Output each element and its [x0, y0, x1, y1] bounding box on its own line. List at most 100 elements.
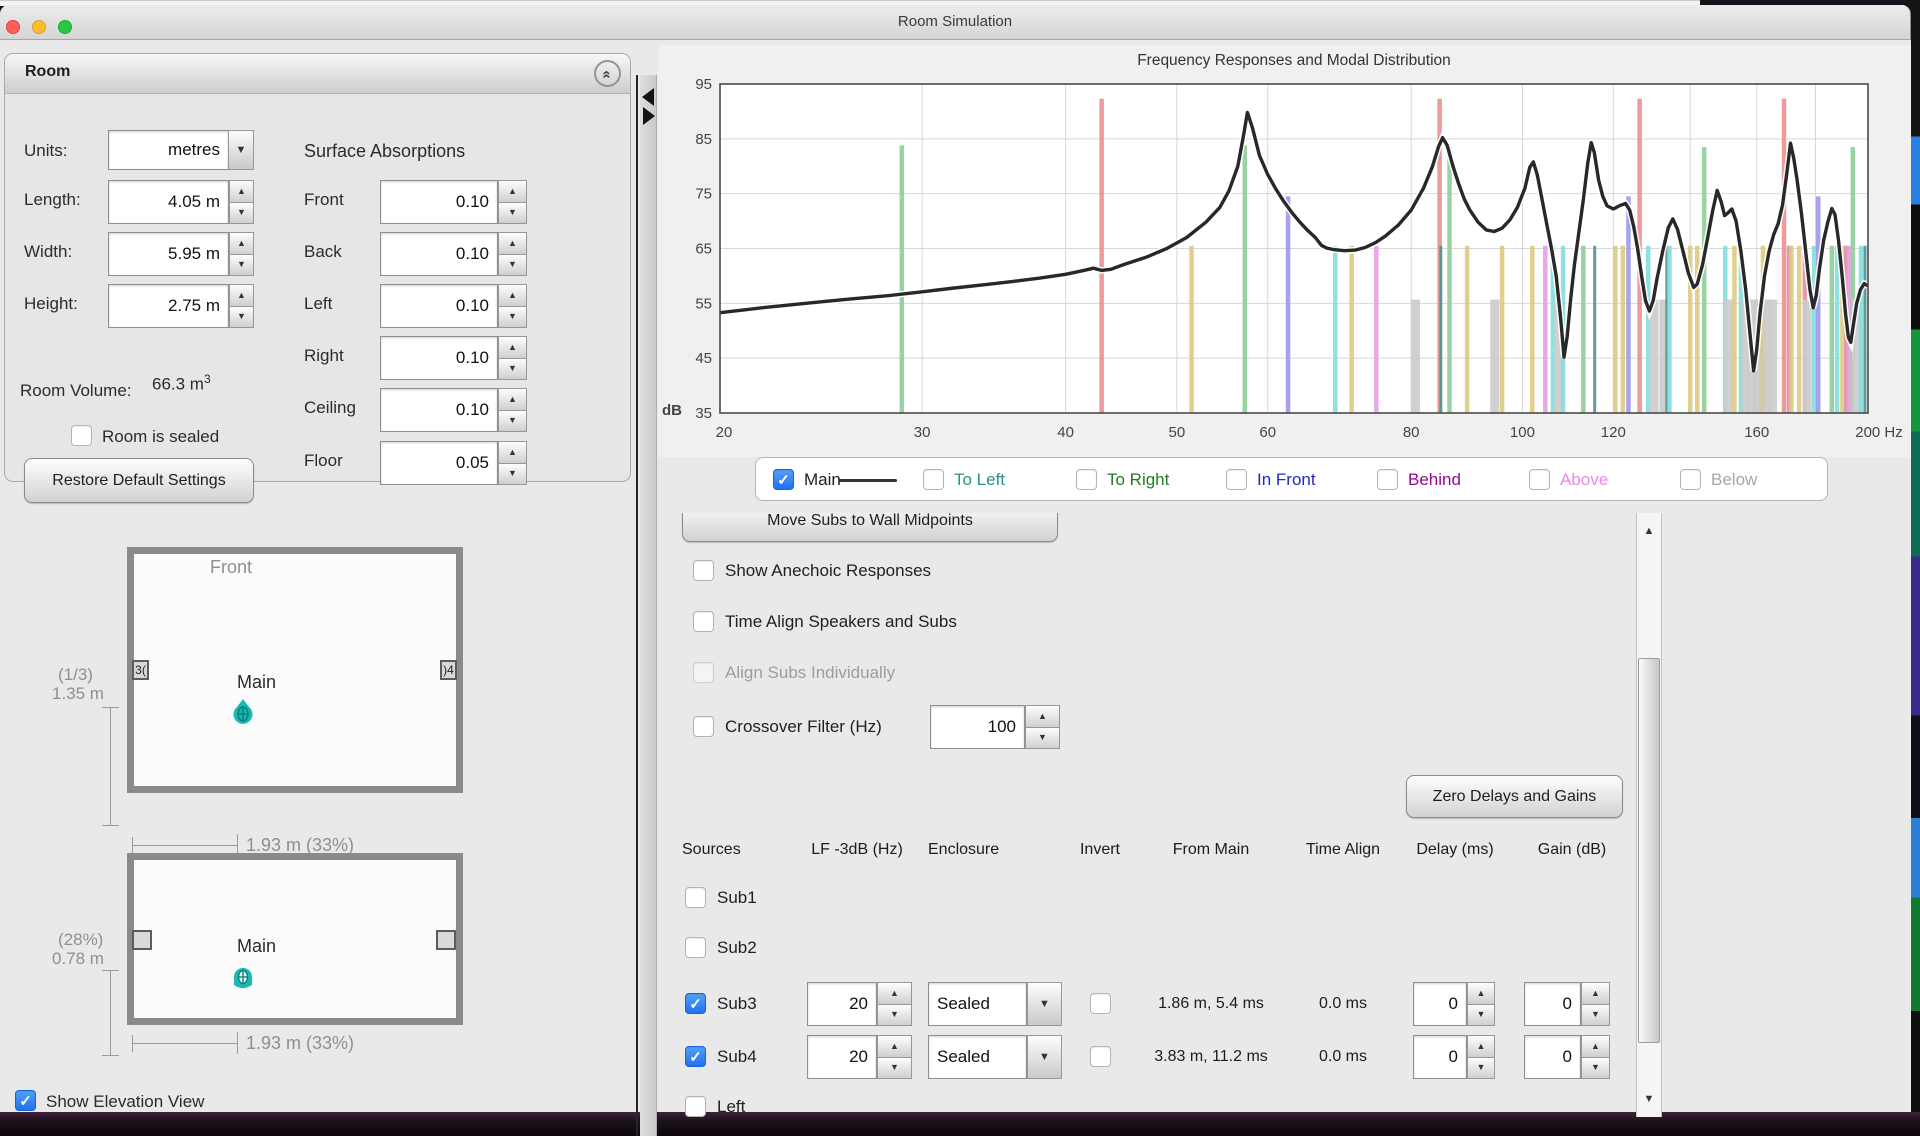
sub3-delay-field-increment-icon[interactable]: ▲ [1467, 982, 1495, 1005]
units-combo[interactable]: metres ▼ [108, 130, 229, 170]
sub3-delay-field[interactable]: 0▲▼ [1413, 982, 1495, 1026]
titlebar[interactable]: Room Simulation [0, 5, 1910, 40]
height-field-increment-icon[interactable]: ▲ [229, 284, 254, 307]
split-divider[interactable] [640, 75, 657, 1136]
absorption-back-field[interactable]: 0.10▲▼ [380, 232, 527, 276]
absorption-left-field-decrement-icon[interactable]: ▼ [498, 307, 527, 329]
absorption-front-field-value[interactable]: 0.10 [380, 180, 498, 224]
units-dropdown-icon[interactable]: ▼ [228, 130, 254, 170]
scrollbar-thumb[interactable] [1638, 658, 1660, 1043]
listener-icon[interactable] [230, 698, 256, 728]
sub4-lf-field-increment-icon[interactable]: ▲ [877, 1035, 912, 1058]
absorption-front-field[interactable]: 0.10▲▼ [380, 180, 527, 224]
sub3-gain-field-spin-buttons[interactable]: ▲▼ [1581, 982, 1610, 1026]
sub3-gain-field-decrement-icon[interactable]: ▼ [1581, 1005, 1610, 1027]
source-checkbox-sub3[interactable]: ✓ [685, 993, 706, 1014]
width-field-decrement-icon[interactable]: ▼ [229, 255, 254, 277]
width-field-increment-icon[interactable]: ▲ [229, 232, 254, 255]
sub4-lf-field-value[interactable]: 20 [807, 1035, 877, 1079]
elev-sub-right-icon[interactable] [436, 930, 456, 950]
height-field-spin-buttons[interactable]: ▲▼ [229, 284, 254, 328]
sub4-enclosure-combo-value[interactable]: Sealed [928, 1035, 1027, 1079]
sub4-enclosure-combo[interactable]: Sealed▼ [928, 1035, 1062, 1079]
legend-checkbox-main[interactable]: ✓ [773, 469, 794, 490]
absorption-back-field-spin-buttons[interactable]: ▲▼ [498, 232, 527, 276]
plan-sub4-icon[interactable]: )4 [440, 660, 457, 680]
length-field-value[interactable]: 4.05 m [108, 180, 229, 224]
sub4-gain-field-increment-icon[interactable]: ▲ [1581, 1035, 1610, 1058]
sub3-gain-field[interactable]: 0▲▼ [1524, 982, 1610, 1026]
move-subs-button[interactable]: Move Subs to Wall Midpoints [682, 513, 1058, 542]
sub4-delay-field[interactable]: 0▲▼ [1413, 1035, 1495, 1079]
sub4-gain-field-decrement-icon[interactable]: ▼ [1581, 1058, 1610, 1080]
sub3-delay-field-value[interactable]: 0 [1413, 982, 1467, 1026]
absorption-floor-field-value[interactable]: 0.05 [380, 441, 498, 485]
sub4-delay-field-value[interactable]: 0 [1413, 1035, 1467, 1079]
vertical-scrollbar[interactable]: ▲ ▼ [1636, 513, 1662, 1117]
absorption-floor-field-spin-buttons[interactable]: ▲▼ [498, 441, 527, 485]
height-field-value[interactable]: 2.75 m [108, 284, 229, 328]
sub4-lf-field-spin-buttons[interactable]: ▲▼ [877, 1035, 912, 1079]
width-field[interactable]: 5.95 m▲▼ [108, 232, 254, 276]
sub3-gain-field-value[interactable]: 0 [1524, 982, 1581, 1026]
length-field[interactable]: 4.05 m▲▼ [108, 180, 254, 224]
absorption-back-field-decrement-icon[interactable]: ▼ [498, 255, 527, 277]
legend-checkbox-to-right[interactable] [1076, 469, 1097, 490]
elev-sub-left-icon[interactable] [132, 930, 152, 950]
sub3-gain-field-increment-icon[interactable]: ▲ [1581, 982, 1610, 1005]
length-field-decrement-icon[interactable]: ▼ [229, 203, 254, 225]
length-field-increment-icon[interactable]: ▲ [229, 180, 254, 203]
absorption-floor-field[interactable]: 0.05▲▼ [380, 441, 527, 485]
listener-head-icon[interactable] [230, 965, 256, 993]
absorption-ceiling-field-decrement-icon[interactable]: ▼ [498, 411, 527, 433]
absorption-left-field[interactable]: 0.10▲▼ [380, 284, 527, 328]
absorption-right-field-increment-icon[interactable]: ▲ [498, 336, 527, 359]
crossover-frequency[interactable]: 100▲▼ [930, 705, 1060, 749]
absorption-right-field[interactable]: 0.10▲▼ [380, 336, 527, 380]
checkbox-align-subs-individually[interactable] [693, 662, 714, 683]
sub4-delay-field-decrement-icon[interactable]: ▼ [1467, 1058, 1495, 1080]
sub4-delay-field-spin-buttons[interactable]: ▲▼ [1467, 1035, 1495, 1079]
absorption-back-field-increment-icon[interactable]: ▲ [498, 232, 527, 255]
source-checkbox-left[interactable] [685, 1096, 706, 1117]
sub4-gain-field-spin-buttons[interactable]: ▲▼ [1581, 1035, 1610, 1079]
sub4-delay-field-increment-icon[interactable]: ▲ [1467, 1035, 1495, 1058]
absorption-back-field-value[interactable]: 0.10 [380, 232, 498, 276]
absorption-right-field-spin-buttons[interactable]: ▲▼ [498, 336, 527, 380]
crossover-frequency-decrement-icon[interactable]: ▼ [1025, 728, 1060, 750]
sub4-enclosure-combo-dropdown-icon[interactable]: ▼ [1027, 1035, 1062, 1079]
legend-checkbox-below[interactable] [1680, 469, 1701, 490]
sub3-lf-field-increment-icon[interactable]: ▲ [877, 982, 912, 1005]
absorption-front-field-increment-icon[interactable]: ▲ [498, 180, 527, 203]
absorption-floor-field-decrement-icon[interactable]: ▼ [498, 464, 527, 486]
width-field-spin-buttons[interactable]: ▲▼ [229, 232, 254, 276]
legend-checkbox-above[interactable] [1529, 469, 1550, 490]
sub3-enclosure-combo-value[interactable]: Sealed [928, 982, 1027, 1026]
show-elevation-checkbox[interactable]: ✓ [15, 1090, 36, 1111]
sub3-delay-field-spin-buttons[interactable]: ▲▼ [1467, 982, 1495, 1026]
absorption-ceiling-field-value[interactable]: 0.10 [380, 388, 498, 432]
legend-checkbox-behind[interactable] [1377, 469, 1398, 490]
width-field-value[interactable]: 5.95 m [108, 232, 229, 276]
source-checkbox-sub4[interactable]: ✓ [685, 1046, 706, 1067]
source-checkbox-sub2[interactable] [685, 937, 706, 958]
absorption-ceiling-field[interactable]: 0.10▲▼ [380, 388, 527, 432]
absorption-left-field-increment-icon[interactable]: ▲ [498, 284, 527, 307]
sub4-lf-field[interactable]: 20▲▼ [807, 1035, 912, 1079]
length-field-spin-buttons[interactable]: ▲▼ [229, 180, 254, 224]
sub3-lf-field[interactable]: 20▲▼ [807, 982, 912, 1026]
units-value[interactable]: metres [108, 130, 229, 170]
absorption-ceiling-field-increment-icon[interactable]: ▲ [498, 388, 527, 411]
legend-checkbox-to-left[interactable] [923, 469, 944, 490]
restore-defaults-button[interactable]: Restore Default Settings [24, 458, 254, 503]
sub3-lf-field-spin-buttons[interactable]: ▲▼ [877, 982, 912, 1026]
sub3-lf-field-value[interactable]: 20 [807, 982, 877, 1026]
height-field-decrement-icon[interactable]: ▼ [229, 307, 254, 329]
scroll-down-icon[interactable]: ▼ [1637, 1093, 1661, 1105]
checkbox-time-align-speakers-and-subs[interactable] [693, 611, 714, 632]
sub3-enclosure-combo-dropdown-icon[interactable]: ▼ [1027, 982, 1062, 1026]
zero-delays-button[interactable]: Zero Delays and Gains [1406, 775, 1623, 818]
crossover-frequency-increment-icon[interactable]: ▲ [1025, 705, 1060, 728]
source-checkbox-sub1[interactable] [685, 887, 706, 908]
absorption-floor-field-increment-icon[interactable]: ▲ [498, 441, 527, 464]
